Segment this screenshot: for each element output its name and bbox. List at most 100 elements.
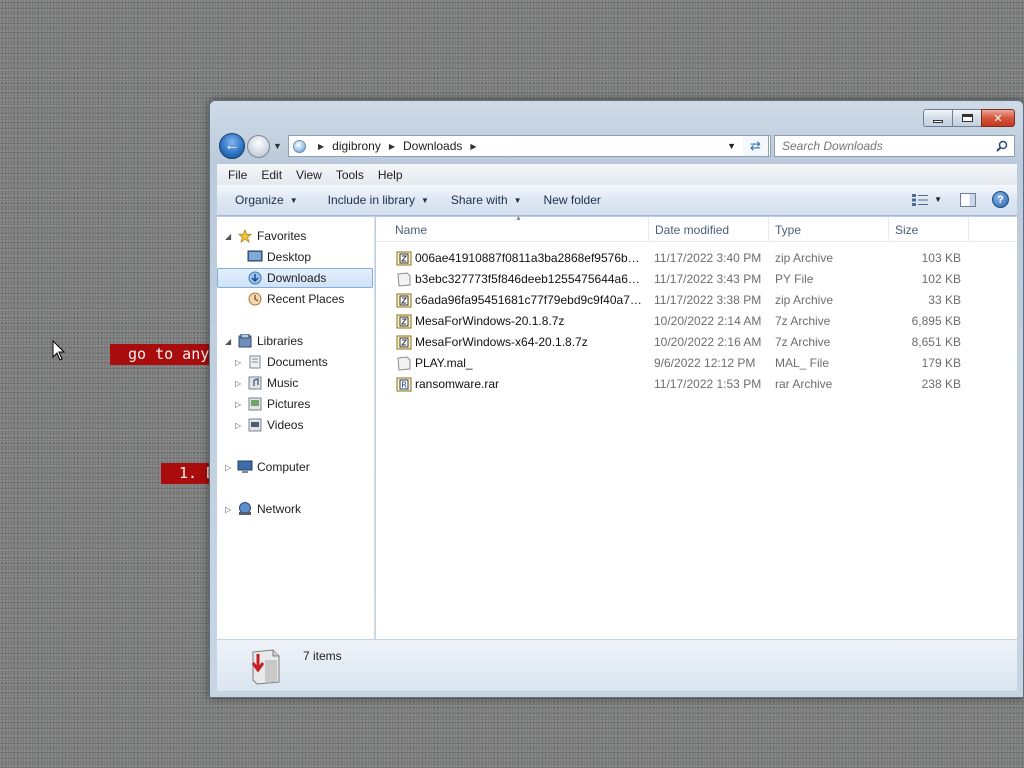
close-button[interactable]: ✕ — [981, 109, 1015, 127]
column-divider[interactable] — [648, 217, 649, 242]
breadcrumb-digibrony[interactable]: digibrony — [332, 139, 381, 153]
column-header-row: ▲ Name Date modified Type Size — [376, 215, 1017, 242]
file-date-modified: 9/6/2022 12:12 PM — [654, 356, 756, 370]
file-row[interactable]: MesaForWindows-x64-20.1.8.7z 10/20/2022 2… — [376, 332, 1017, 353]
computer-icon — [237, 460, 253, 473]
file-name: 006ae41910887f0811a3ba2868ef9576bbd2... — [415, 251, 643, 265]
column-divider[interactable] — [888, 217, 889, 242]
chevron-right-icon[interactable]: ▶ — [389, 142, 395, 151]
menu-tools[interactable]: Tools — [329, 168, 371, 182]
file-type: PY File — [775, 272, 814, 286]
file-name: c6ada96fa95451681c77f79ebd9c9f40a7a0... — [415, 293, 643, 307]
search-input[interactable] — [782, 139, 992, 153]
tree-videos[interactable]: ▷ Videos — [217, 415, 373, 435]
file-date-modified: 11/17/2022 1:53 PM — [654, 377, 762, 391]
tree-label: Music — [267, 376, 299, 390]
file-size: 102 KB — [921, 272, 961, 286]
back-button[interactable]: ← — [219, 133, 245, 159]
mouse-cursor-icon — [52, 340, 66, 361]
tree-favorites[interactable]: ◢ Favorites — [217, 226, 373, 246]
tree-network[interactable]: ▷ Network — [217, 499, 373, 519]
expand-icon[interactable]: ▷ — [225, 463, 231, 472]
organize-button[interactable]: Organize ▼ — [226, 193, 307, 207]
expand-icon[interactable]: ▷ — [225, 505, 231, 514]
minimize-button[interactable] — [923, 109, 953, 127]
help-icon[interactable]: ? — [992, 191, 1009, 208]
item-count: 7 items — [303, 649, 342, 663]
tree-libraries[interactable]: ◢ Libraries — [217, 331, 373, 351]
share-with-button[interactable]: Share with ▼ — [442, 193, 531, 207]
file-name: PLAY.mal_ — [415, 356, 473, 370]
file-date-modified: 11/17/2022 3:38 PM — [654, 293, 762, 307]
menu-file[interactable]: File — [221, 168, 254, 182]
tree-computer[interactable]: ▷ Computer — [217, 457, 373, 477]
tree-desktop[interactable]: Desktop — [217, 247, 373, 267]
videos-icon — [248, 418, 262, 432]
tree-documents[interactable]: ▷ Documents — [217, 352, 373, 372]
svg-text:R: R — [401, 381, 407, 390]
file-row[interactable]: Rransomware.rar 11/17/2022 1:53 PM rar Arc… — [376, 374, 1017, 395]
file-type: zip Archive — [775, 251, 834, 265]
file-row[interactable]: 006ae41910887f0811a3ba2868ef9576bbd2... 1… — [376, 248, 1017, 269]
expand-icon[interactable]: ▷ — [235, 421, 241, 430]
column-divider[interactable] — [768, 217, 769, 242]
file-row[interactable]: PLAY.mal_ 9/6/2022 12:12 PM MAL_ File 179 K… — [376, 353, 1017, 374]
change-view-icon[interactable] — [912, 193, 929, 206]
music-icon — [248, 376, 262, 390]
share-with-label: Share with — [450, 193, 508, 207]
column-header-type[interactable]: Type — [775, 223, 801, 237]
expand-icon[interactable]: ▷ — [235, 379, 241, 388]
archive-icon — [396, 335, 412, 350]
archive-icon — [396, 251, 412, 266]
menu-help[interactable]: Help — [371, 168, 410, 182]
file-row[interactable]: MesaForWindows-20.1.8.7z 10/20/2022 2:14 … — [376, 311, 1017, 332]
forward-button[interactable] — [247, 135, 270, 158]
chevron-right-icon[interactable]: ▶ — [318, 142, 324, 151]
tree-downloads[interactable]: Downloads — [217, 268, 373, 288]
new-folder-label: New folder — [543, 193, 601, 207]
downloads-folder-icon — [251, 649, 280, 685]
column-header-size[interactable]: Size — [895, 223, 918, 237]
caption-buttons: ✕ — [923, 109, 1015, 127]
refresh-button[interactable]: ⇄ — [743, 135, 769, 157]
generic-file-icon — [396, 356, 412, 371]
collapse-icon[interactable]: ◢ — [225, 232, 231, 241]
address-bar[interactable]: ▶ digibrony ▶ Downloads ▶ ▼ — [288, 135, 771, 157]
organize-label: Organize — [235, 193, 284, 207]
column-header-date-modified[interactable]: Date modified — [655, 223, 729, 237]
tree-label: Libraries — [257, 334, 304, 348]
maximize-button[interactable] — [952, 109, 982, 127]
file-row[interactable]: b3ebc327773f5f846deeb1255475644a630c... 1… — [376, 269, 1017, 290]
include-in-library-button[interactable]: Include in library ▼ — [319, 193, 438, 207]
search-icon[interactable] — [996, 140, 1008, 152]
menu-edit[interactable]: Edit — [254, 168, 289, 182]
expand-icon[interactable]: ▷ — [235, 358, 241, 367]
file-row[interactable]: c6ada96fa95451681c77f79ebd9c9f40a7a0... 1… — [376, 290, 1017, 311]
preview-pane-icon[interactable] — [960, 192, 976, 207]
file-date-modified: 11/17/2022 3:40 PM — [654, 251, 762, 265]
explorer-window: ✕ ← ▼ ▶ digibrony ▶ Downloads ▶ ▼ ⇄ File… — [209, 100, 1024, 698]
breadcrumb-downloads[interactable]: Downloads — [403, 139, 462, 153]
file-size: 33 KB — [928, 293, 961, 307]
tree-music[interactable]: ▷ Music — [217, 373, 373, 393]
file-name: MesaForWindows-x64-20.1.8.7z — [415, 335, 588, 349]
libraries-icon — [238, 334, 252, 348]
expand-icon[interactable]: ▷ — [235, 400, 241, 409]
address-history-dropdown-icon[interactable]: ▼ — [727, 141, 736, 151]
pictures-icon — [248, 397, 262, 411]
column-divider[interactable] — [968, 217, 969, 242]
new-folder-button[interactable]: New folder — [535, 193, 610, 207]
tree-label: Recent Places — [267, 292, 345, 306]
search-box[interactable] — [774, 135, 1015, 157]
collapse-icon[interactable]: ◢ — [225, 337, 231, 346]
file-size: 179 KB — [921, 356, 961, 370]
recent-pages-dropdown-icon[interactable]: ▼ — [273, 141, 282, 151]
column-header-name[interactable]: Name — [395, 223, 427, 237]
tree-recent-places[interactable]: Recent Places — [217, 289, 373, 309]
view-options-chevron-down-icon[interactable]: ▼ — [934, 195, 942, 204]
file-type: 7z Archive — [775, 335, 831, 349]
menu-view[interactable]: View — [289, 168, 329, 182]
chevron-right-icon[interactable]: ▶ — [470, 142, 476, 151]
include-in-library-label: Include in library — [327, 193, 415, 207]
tree-pictures[interactable]: ▷ Pictures — [217, 394, 373, 414]
